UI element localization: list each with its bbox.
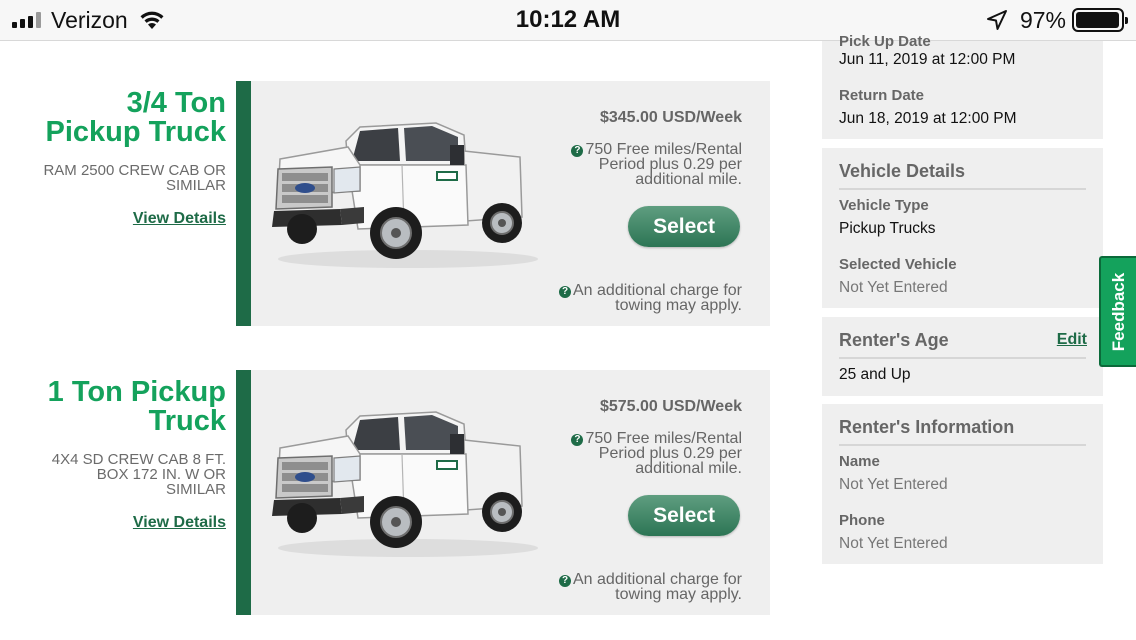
vehicle-type-value: Pickup Trucks	[839, 220, 936, 237]
vehicle-details-heading: Vehicle Details	[839, 161, 1086, 190]
vehicle-price: $575.00 USD/Week	[599, 398, 742, 415]
help-icon[interactable]: ?	[571, 145, 584, 157]
towing-note-text: An additional charge for towing may appl…	[573, 571, 742, 603]
pickup-date-value: Jun 11, 2019 at 12:00 PM	[839, 51, 1016, 68]
pickup-truck-image	[268, 121, 538, 271]
vehicle-card: $575.00 USD/Week ? 750 Free miles/Rental …	[236, 370, 770, 615]
renter-information-panel: Renter's Information Name Not Yet Entere…	[822, 404, 1103, 564]
vehicle-price: $345.00 USD/Week	[599, 109, 742, 126]
help-icon[interactable]: ?	[559, 575, 571, 587]
mileage-note-text: 750 Free miles/Rental Period plus 0.29 p…	[585, 430, 742, 477]
renter-age-value: 25 and Up	[839, 366, 911, 383]
status-time: 10:12 AM	[515, 6, 621, 33]
select-button[interactable]: Select	[628, 495, 740, 536]
renter-phone-label: Phone	[839, 512, 885, 529]
towing-note: ? An additional charge for towing may app…	[522, 282, 742, 314]
help-icon[interactable]: ?	[571, 434, 584, 446]
pickup-date-label: Pick Up Date	[839, 33, 931, 50]
carrier-name: Verizon	[51, 6, 128, 33]
battery-percent: 97%	[1019, 6, 1066, 33]
vehicle-info: 3/4 Ton Pickup Truck RAM 2500 CREW CAB O…	[40, 89, 226, 228]
vehicle-subtitle: 4X4 SD CREW CAB 8 FT. BOX 172 IN. W OR S…	[51, 451, 226, 498]
help-icon[interactable]: ?	[559, 286, 571, 298]
status-bar-left: Verizon	[12, 6, 166, 34]
status-bar-right: 97%	[986, 6, 1128, 34]
wifi-icon	[140, 11, 164, 29]
mileage-note: ? 750 Free miles/Rental Period plus 0.29 …	[542, 430, 742, 477]
renter-name-value: Not Yet Entered	[839, 476, 948, 493]
selected-vehicle-value: Not Yet Entered	[839, 279, 948, 296]
vehicle-title: 1 Ton Pickup Truck	[47, 376, 226, 437]
view-details-link[interactable]: View Details	[133, 514, 226, 532]
renter-age-heading: Renter's Age	[839, 330, 1086, 359]
vehicle-type-label: Vehicle Type	[839, 197, 929, 214]
vehicle-info: 1 Ton Pickup Truck 4X4 SD CREW CAB 8 FT.…	[40, 378, 226, 532]
towing-note: ? An additional charge for towing may app…	[522, 571, 742, 603]
vehicle-subtitle: RAM 2500 CREW CAB OR SIMILAR	[43, 162, 226, 194]
rental-dates-panel: Pick Up Date Jun 11, 2019 at 12:00 PM Re…	[822, 33, 1103, 139]
battery-icon	[1072, 8, 1128, 32]
feedback-tab[interactable]: Feedback	[1099, 256, 1136, 367]
renter-phone-value: Not Yet Entered	[839, 535, 948, 552]
feedback-label: Feedback	[1108, 272, 1128, 351]
select-button[interactable]: Select	[628, 206, 740, 247]
return-date-value: Jun 18, 2019 at 12:00 PM	[839, 110, 1017, 127]
location-arrow-icon	[986, 10, 1007, 30]
renter-name-label: Name	[839, 453, 880, 470]
vehicle-card: $345.00 USD/Week ? 750 Free miles/Rental …	[236, 81, 770, 326]
selected-vehicle-label: Selected Vehicle	[839, 256, 957, 273]
battery-fill	[1076, 12, 1119, 28]
vehicle-title: 3/4 Ton Pickup Truck	[45, 87, 226, 148]
vehicle-details-panel: Vehicle Details Vehicle Type Pickup Truc…	[822, 148, 1103, 308]
mileage-note-text: 750 Free miles/Rental Period plus 0.29 p…	[585, 141, 742, 188]
ios-status-bar: Verizon 10:12 AM 97%	[0, 0, 1136, 41]
renter-information-heading: Renter's Information	[839, 417, 1086, 446]
return-date-label: Return Date	[839, 87, 925, 104]
mileage-note: ? 750 Free miles/Rental Period plus 0.29 …	[542, 141, 742, 188]
vehicle-listing: 1 Ton Pickup Truck 4X4 SD CREW CAB 8 FT.…	[0, 370, 780, 615]
vehicle-listing: 3/4 Ton Pickup Truck RAM 2500 CREW CAB O…	[0, 81, 780, 326]
pickup-truck-image	[268, 410, 538, 560]
edit-age-link[interactable]: Edit	[1057, 331, 1087, 349]
signal-icon	[12, 12, 41, 28]
towing-note-text: An additional charge for towing may appl…	[573, 282, 742, 314]
renter-age-panel: Renter's Age Edit 25 and Up	[822, 317, 1103, 396]
view-details-link[interactable]: View Details	[133, 210, 226, 228]
